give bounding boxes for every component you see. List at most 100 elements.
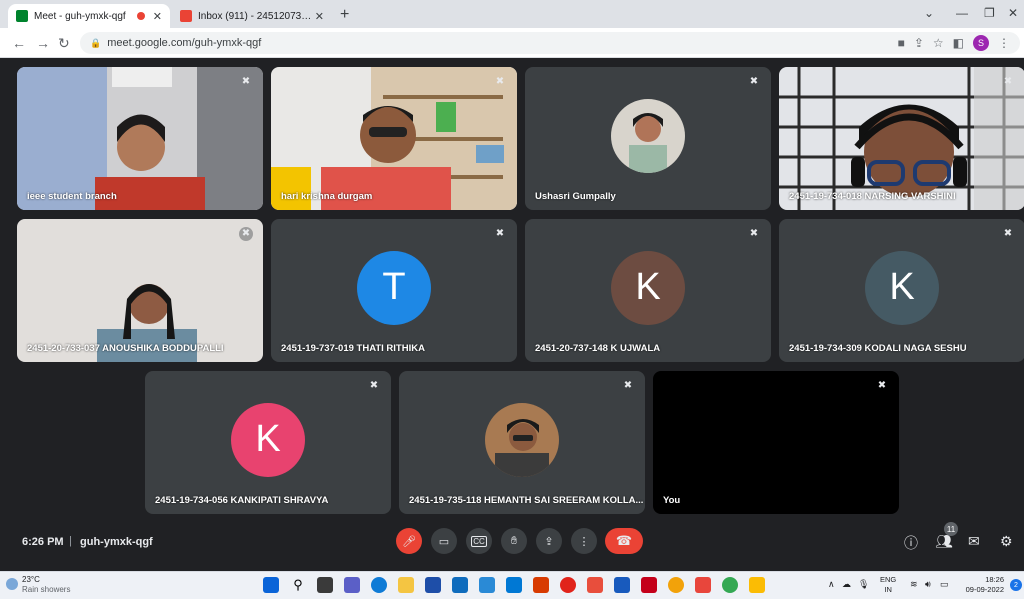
linkedin-icon[interactable] [479,577,495,593]
raise-hand-button[interactable]: ✋︎ [501,528,527,554]
participant-count-badge: 11 [944,522,958,536]
chrome-icon[interactable] [668,577,684,593]
close-tab-icon[interactable]: ✕ [315,10,324,23]
recording-indicator-icon [136,12,145,20]
share-icon[interactable]: ⇪ [914,36,924,50]
participant-tile[interactable]: ✖ ieee student branch [17,67,263,210]
mic-off-icon: ✖ [495,76,505,87]
participant-tile[interactable]: ✖ Ushasri Gumpally [525,67,771,210]
meeting-details-icon[interactable]: ⓘ [904,533,918,553]
tab-search-icon[interactable]: ⌄ [924,6,934,20]
mic-toggle-button[interactable]: 🎤︎ [396,528,422,554]
tab-inbox[interactable]: Inbox (911) - 245120733032@m ✕ [172,4,332,28]
weather-widget[interactable]: 23°C Rain showers [6,575,71,595]
participant-photo [485,402,559,477]
self-view-tile[interactable]: ✖ You [653,371,899,514]
sticky-notes-icon[interactable] [749,577,765,593]
present-screen-button[interactable]: ⇪ [536,528,562,554]
participant-video [17,67,263,210]
participant-tile[interactable]: K ✖ 2451-20-737-148 K UJWALA [525,219,771,362]
participant-name: You [663,495,681,506]
new-tab-button[interactable]: + [340,6,349,24]
present-icon: ⇪ [544,535,554,548]
camera-icon: ▭ [438,535,450,548]
meet-stage: ✖ ieee student branch ✖ hari krishna dur… [0,58,1024,571]
office-icon[interactable] [533,577,549,593]
notification-badge[interactable]: 2 [1010,579,1022,591]
mail-icon[interactable] [452,577,468,593]
mic-off-icon: ✖ [877,380,887,391]
mic-tray-icon[interactable]: 🎙︎ [858,579,869,590]
weather-condition: Rain showers [22,585,71,594]
file-explorer-icon[interactable] [398,577,414,593]
participant-tile[interactable]: K ✖ 2451-19-734-309 KODALI NAGA SESHU [779,219,1024,362]
captions-icon: CC [471,535,487,547]
tray-overflow-icon[interactable]: ∧ [828,579,835,590]
pocket-icon[interactable] [587,577,603,593]
hang-up-icon: ☎︎ [615,533,633,548]
weather-temperature: 23°C [22,575,40,584]
participant-tile[interactable]: ✖ 2451-19-734-018 NARSING VARSHINI [779,67,1024,210]
headphones-app-icon[interactable] [695,577,711,593]
forward-icon[interactable]: → [36,35,50,51]
meet-favicon-icon [16,10,28,22]
mic-off-icon: 🎤︎ [402,535,416,548]
bookmark-star-icon[interactable]: ☆ [933,36,944,50]
close-window-icon[interactable]: ✕ [1008,6,1018,20]
language-indicator[interactable]: ENG IN [880,575,896,595]
system-clock[interactable]: 18:26 09-09-2022 [960,575,1004,595]
task-view-icon[interactable] [317,577,333,593]
minimize-icon[interactable]: — [956,6,968,20]
captions-button[interactable]: CC [466,528,492,554]
meeting-time: 6:26 PM [22,536,64,548]
start-icon[interactable] [263,577,279,593]
participant-tile[interactable]: K ✖ 2451-19-734-056 KANKIPATI SHRAVYA [145,371,391,514]
participant-letter-avatar: K [611,250,685,325]
volume-icon[interactable]: 🔊︎ [925,579,931,590]
edge-icon[interactable] [371,577,387,593]
outlook-icon[interactable] [506,577,522,593]
chat-icon[interactable]: ✉︎ [968,533,980,550]
back-icon[interactable]: ← [12,35,26,51]
lock-icon: 🔒 [90,37,102,48]
participant-letter-avatar: K [865,250,939,325]
participant-name: 2451-20-737-148 K UJWALA [535,343,661,354]
acrobat-icon[interactable] [641,577,657,593]
clock-date: 09-09-2022 [965,585,1004,594]
leave-call-button[interactable]: ☎︎ [605,528,643,554]
tab-meet[interactable]: Meet - guh-ymxk-qgf ✕ [8,4,170,28]
profile-avatar[interactable]: S [973,35,989,51]
mic-off-icon: ✖ [1003,228,1013,239]
participant-tile[interactable]: ✖ 2451-19-735-118 HEMANTH SAI SREERAM KO… [399,371,645,514]
participant-name: 2451-19-735-118 HEMANTH SAI SREERAM KOLL… [409,495,644,506]
close-tab-icon[interactable]: ✕ [153,10,162,23]
participant-name: 2451-19-734-018 NARSING VARSHINI [789,191,956,202]
onedrive-icon[interactable]: ☁︎ [842,579,851,590]
participant-tile[interactable]: T ✖ 2451-19-737-019 THATI RITHIKA [271,219,517,362]
camera-toggle-button[interactable]: ▭ [431,528,457,554]
battery-icon[interactable]: ▭ [940,579,949,590]
more-options-button[interactable]: ⋮ [571,528,597,554]
participant-name: 2451-19-737-019 THATI RITHIKA [281,343,425,354]
clock-time: 18:26 [985,575,1004,584]
activities-icon[interactable]: ⚙︎ [1000,533,1013,550]
search-icon[interactable]: ⚲ [290,577,306,593]
maximize-icon[interactable]: ❐ [984,6,995,20]
participant-name: 2451-20-733-037 ANOUSHIKA BODDUPALLI [27,343,224,354]
teams-icon[interactable] [344,577,360,593]
browser-menu-icon[interactable]: ⋮ [998,36,1010,50]
participant-photo [611,98,685,173]
hand-icon: ✋︎ [510,534,518,547]
chrome-profile-icon[interactable] [722,577,738,593]
store-icon[interactable] [425,577,441,593]
camera-in-use-icon[interactable]: ■ [898,36,905,50]
word-icon[interactable] [614,577,630,593]
address-bar[interactable]: 🔒 meet.google.com/guh-ymxk-qgf ■ ⇪ ☆ ◧ S… [80,32,1020,54]
participant-tile[interactable]: ✖ hari krishna durgam [271,67,517,210]
side-panel-icon[interactable]: ◧ [953,36,964,50]
reload-icon[interactable]: ↻ [58,35,70,52]
participant-video [17,219,263,362]
opera-icon[interactable] [560,577,576,593]
participant-tile[interactable]: ✖ 2451-20-733-037 ANOUSHIKA BODDUPALLI [17,219,263,362]
wifi-icon[interactable]: ≋ [910,579,918,590]
